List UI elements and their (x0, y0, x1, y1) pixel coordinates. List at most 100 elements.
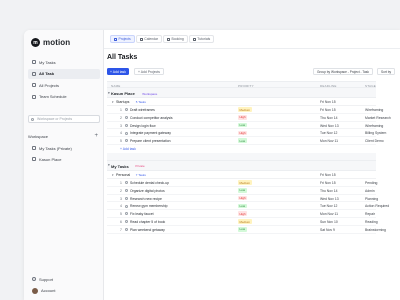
task-deadline[interactable]: Sat Nov 9 (320, 228, 335, 232)
check-square-icon (32, 60, 36, 64)
task-checkbox[interactable] (125, 139, 128, 143)
priority-badge[interactable]: Low (238, 188, 247, 193)
task-name[interactable]: Research new recipe (130, 197, 162, 201)
add-projects-button[interactable]: + Add Projects (134, 68, 164, 75)
table-row[interactable]: 1 Schedule dental check-up Medium Fri Nov 1… (107, 179, 377, 187)
chevron-down-icon[interactable]: ▾ (112, 173, 114, 177)
group-name: My Tasks (111, 163, 129, 169)
priority-badge[interactable]: Medium (238, 219, 252, 224)
task-deadline[interactable]: Mon Nov 11 (320, 139, 338, 143)
subgroup-deadline: Fri Nov 15 (320, 100, 336, 104)
table-row[interactable]: 5 Prepare client presentation Low Mon Nov 1… (107, 137, 384, 145)
task-name[interactable]: Design login flow (130, 124, 156, 128)
search-placeholder: Workspace or Projects (37, 117, 73, 121)
table-row[interactable]: 3 Research new recipe High Wed Nov 13 Planni… (107, 195, 378, 203)
task-checkbox[interactable] (125, 188, 128, 192)
sidebar-item-label: All Projects (39, 82, 60, 88)
subgroup-count-badge: 5 Tasks (135, 100, 146, 105)
task-deadline[interactable]: Mon Nov 11 (320, 212, 338, 216)
folder-icon (32, 83, 36, 87)
table-row[interactable]: 7 Plan weekend getaway Low Sat Nov 9 Brainst… (107, 226, 386, 234)
priority-badge[interactable]: Low (238, 227, 247, 232)
task-stage[interactable]: Brainstorming (365, 228, 386, 232)
workspace-icon (32, 157, 36, 161)
priority-badge[interactable]: Low (238, 122, 247, 128)
table-row[interactable]: 2 Organize digital photos Low Thu Nov 14 Adm… (107, 187, 376, 195)
priority-badge[interactable]: High (238, 130, 248, 136)
task-stage[interactable]: Action Required (365, 204, 389, 208)
group-header[interactable]: ▾ Kasun Place Workspace (107, 88, 376, 98)
task-name[interactable]: Schedule dental check-up (130, 181, 169, 185)
table-row[interactable]: 2 Conduct competitor analysis High Thu Nov … (107, 114, 391, 122)
group-header[interactable]: ▾ My Tasks Private (107, 160, 376, 171)
task-checkbox[interactable] (125, 108, 128, 112)
task-stage[interactable]: Wireframing (365, 124, 383, 128)
task-deadline[interactable]: Wed Nov 13 (320, 124, 339, 128)
task-name[interactable]: Renew gym membership (130, 204, 168, 208)
task-deadline[interactable]: Fri Nov 15 (320, 108, 336, 112)
task-deadline[interactable]: Thu Nov 14 (320, 116, 338, 120)
chevron-down-icon[interactable]: ▾ (108, 163, 110, 167)
task-name[interactable]: Draft wireframes (130, 108, 155, 112)
table-row[interactable]: 1 Draft wireframes Medium Fri Nov 15 Wirefra… (107, 106, 383, 114)
task-checkbox[interactable] (125, 115, 128, 119)
task-name[interactable]: Conduct competitor analysis (130, 116, 173, 120)
task-checkbox[interactable] (125, 123, 128, 127)
calendar-icon (32, 94, 36, 99)
task-name[interactable]: Read chapter 5 of book (130, 220, 165, 224)
task-stage[interactable]: Market Research (365, 116, 391, 120)
chevron-down-icon[interactable]: ▾ (112, 100, 114, 104)
subgroup-header[interactable]: ▾ Personal 7 Tasks Fri Nov 15 (107, 171, 376, 179)
add-task-button[interactable]: + Add task (107, 68, 129, 75)
priority-badge[interactable]: High (238, 195, 248, 201)
task-stage[interactable]: Pending (365, 181, 377, 185)
task-name[interactable]: Plan weekend getaway (130, 228, 165, 232)
task-name[interactable]: Organize digital photos (130, 189, 165, 193)
task-checkbox[interactable] (125, 131, 128, 135)
priority-badge[interactable]: Low (238, 203, 247, 209)
task-deadline[interactable]: Tue Nov 12 (320, 204, 337, 208)
task-deadline[interactable]: Wed Nov 13 (320, 197, 339, 201)
subgroup-header[interactable]: ▾ Startups 5 Tasks Fri Nov 15 (107, 98, 376, 106)
task-stage[interactable]: Admin (365, 189, 375, 193)
sort-by-button[interactable]: Sort by (377, 68, 396, 75)
task-checkbox[interactable] (125, 196, 128, 200)
priority-badge[interactable]: Low (238, 138, 247, 144)
task-stage[interactable]: Planning (365, 197, 378, 201)
task-groups: ▾ Kasun Place Workspace ▾ Startups 5 Tasks Fri… (107, 88, 391, 234)
sidebar-item-label: Support (39, 276, 54, 282)
task-checkbox[interactable] (125, 227, 128, 231)
table-row[interactable]: 4 Renew gym membership Low Tue Nov 12 Action… (107, 202, 389, 211)
task-deadline[interactable]: Sun Nov 10 (320, 220, 338, 224)
table-row[interactable]: 4 Integrate payment gateway High Tue Nov 12… (107, 129, 386, 138)
sidebar-item-label: My Tasks (39, 59, 56, 65)
task-stage[interactable]: Billing System (365, 131, 386, 135)
chevron-down-icon[interactable]: ▾ (108, 91, 110, 95)
task-stage[interactable]: Repair (365, 212, 375, 216)
task-checkbox[interactable] (125, 212, 128, 216)
table-row[interactable]: 3 Design login flow Low Wed Nov 13 Wireframi… (107, 122, 383, 130)
task-checkbox[interactable] (125, 220, 128, 224)
task-deadline[interactable]: Tue Nov 12 (320, 131, 337, 135)
add-task-row-button[interactable]: + Add task (107, 145, 376, 153)
subgroup-deadline: Fri Nov 15 (320, 172, 336, 177)
table-row[interactable]: 5 Fix leaky faucet High Mon Nov 11 Repair (107, 210, 376, 218)
task-name[interactable]: Integrate payment gateway (130, 131, 171, 135)
task-name[interactable]: Prepare client presentation (130, 139, 171, 143)
table-row[interactable]: 6 Read chapter 5 of book Medium Sun Nov 10 R… (107, 218, 378, 226)
task-checkbox[interactable] (125, 204, 128, 208)
task-stage[interactable]: Reading (365, 220, 378, 224)
task-checkbox[interactable] (125, 181, 128, 185)
group-by-button[interactable]: Group by Workspace - Project - Task (313, 68, 373, 75)
priority-badge[interactable]: High (238, 115, 248, 120)
task-name[interactable]: Fix leaky faucet (130, 212, 154, 216)
brand[interactable]: m motion (31, 38, 70, 47)
task-deadline[interactable]: Thu Nov 14 (320, 189, 338, 193)
priority-badge[interactable]: Medium (238, 107, 252, 112)
priority-badge[interactable]: High (238, 211, 248, 217)
priority-badge[interactable]: Medium (238, 180, 252, 185)
task-deadline[interactable]: Fri Nov 15 (320, 181, 336, 185)
task-stage[interactable]: Client Demo (365, 139, 384, 143)
task-number: 2 (120, 188, 122, 193)
task-stage[interactable]: Wireframing (365, 108, 383, 112)
